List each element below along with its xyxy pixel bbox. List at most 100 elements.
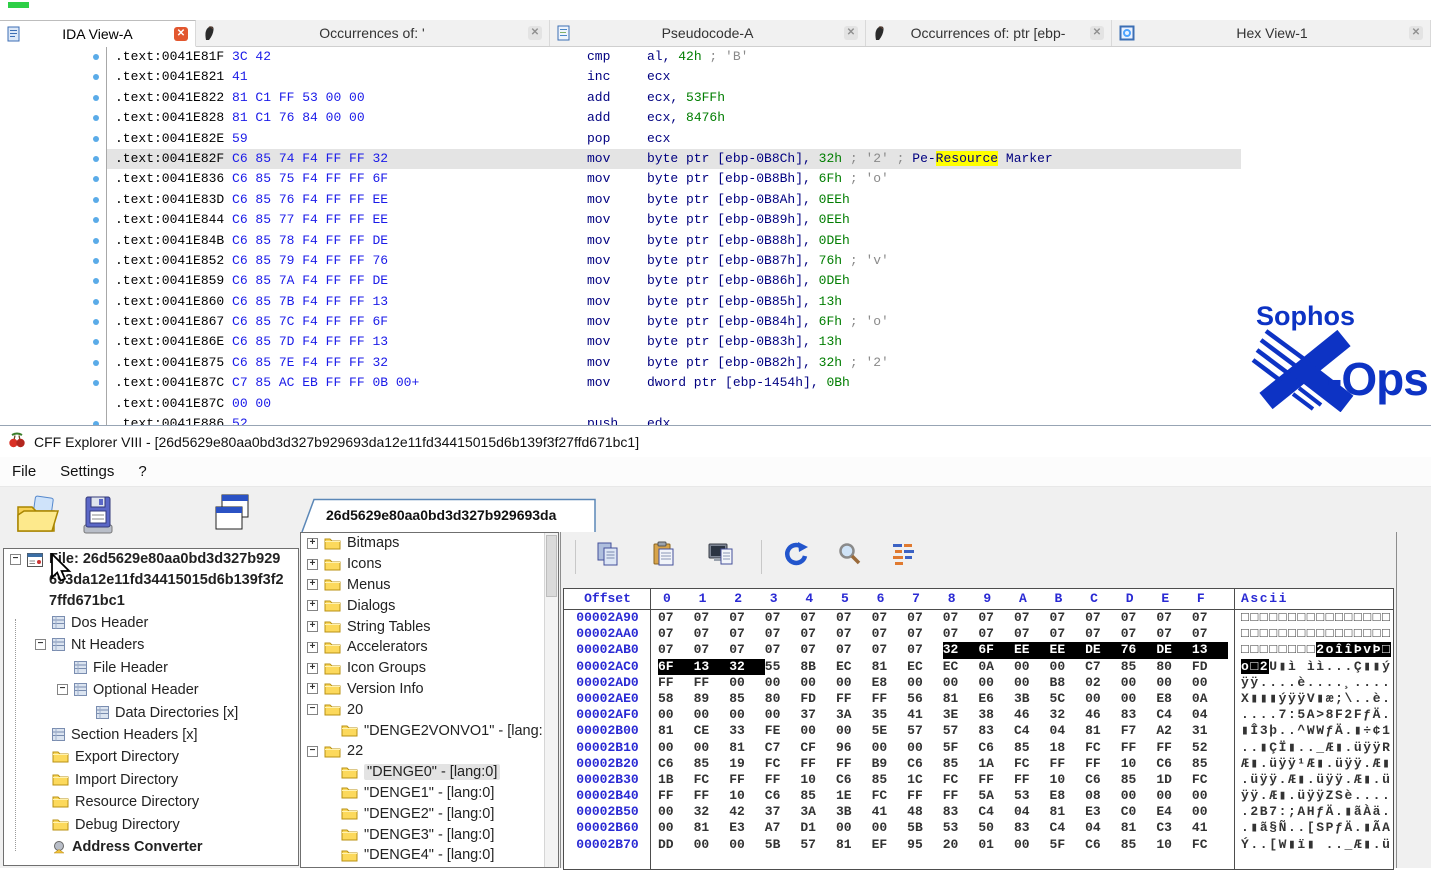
ascii-cell[interactable]: o□2U▮ì ìì...Ç▮▮ý (1235, 659, 1393, 675)
expander-plus-icon[interactable]: + (307, 683, 318, 694)
hex-byte-cell[interactable]: C7 (765, 740, 801, 756)
hex-byte-cell[interactable]: 0A (978, 659, 1014, 675)
hex-byte-cell[interactable]: 83 (978, 723, 1014, 739)
hex-byte-cell[interactable]: EF (872, 837, 908, 853)
hex-byte-cell[interactable]: 07 (978, 610, 1014, 626)
tree-item-section-headers-x-[interactable]: Section Headers [x] (4, 724, 298, 746)
hex-byte-cell[interactable]: 81 (872, 659, 908, 675)
hex-byte-cell[interactable]: 41 (907, 707, 943, 723)
ascii-cell[interactable]: ....7:5A>8F2FƒÄ. (1235, 707, 1393, 723)
hex-byte-cell[interactable]: 42 (729, 804, 765, 820)
disassembly-line[interactable]: .text:0041E86E C6 85 7D F4 FF FF 13movby… (0, 332, 1431, 352)
tab-pseudocode-a[interactable]: Pseudocode-A✕ (550, 20, 866, 46)
hex-byte-cell[interactable]: 00 (658, 707, 694, 723)
disassembly-line[interactable]: .text:0041E87C 00 00 (0, 394, 1431, 414)
hex-byte-cell[interactable]: 56 (907, 691, 943, 707)
hex-byte-cell[interactable]: FF (978, 772, 1014, 788)
hex-byte-cell[interactable]: 5B (907, 820, 943, 836)
hex-byte-cell[interactable]: 00 (800, 723, 836, 739)
hex-byte-cell[interactable]: 1C (907, 772, 943, 788)
hex-byte-cell[interactable]: 81 (729, 740, 765, 756)
hex-byte-cell[interactable]: 04 (1014, 804, 1050, 820)
hex-byte-cell[interactable]: FF (694, 788, 730, 804)
resource-item--denge3-lang-0-[interactable]: "DENGE3" - [lang:0] (301, 824, 558, 845)
hex-byte-cell[interactable]: 00 (800, 675, 836, 691)
hex-byte-cell[interactable]: 32 (1050, 707, 1086, 723)
hex-byte-cell[interactable]: 85 (1121, 659, 1157, 675)
hex-byte-cell[interactable]: DE (1156, 642, 1192, 658)
hex-byte-cell[interactable]: 19 (729, 756, 765, 772)
hex-byte-cell[interactable]: 57 (943, 723, 979, 739)
ascii-cell[interactable]: Ý..[W▮ï▮ .._Æ▮.ü (1235, 837, 1393, 853)
hex-byte-cell[interactable]: 10 (729, 788, 765, 804)
hex-byte-cell[interactable]: 00 (729, 837, 765, 853)
hex-byte-cell[interactable]: 53 (1014, 788, 1050, 804)
hex-byte-cell[interactable]: C4 (1014, 723, 1050, 739)
hex-byte-cell[interactable]: 83 (943, 804, 979, 820)
fields-icon[interactable] (891, 541, 917, 572)
hex-byte-cell[interactable]: 3A (836, 707, 872, 723)
hex-byte-cell[interactable]: 37 (800, 707, 836, 723)
resource-item-accelerators[interactable]: +Accelerators (301, 637, 558, 658)
tree-item-optional-header[interactable]: −Optional Header (4, 679, 298, 701)
hex-byte-cell[interactable]: 85 (1121, 837, 1157, 853)
hex-byte-cell[interactable]: 32 (943, 642, 979, 658)
hex-byte-cell[interactable]: 07 (729, 642, 765, 658)
hex-byte-cell[interactable]: 07 (1014, 610, 1050, 626)
hex-byte-cell[interactable]: FF (765, 772, 801, 788)
disassembly-line[interactable]: .text:0041E836 C6 85 75 F4 FF FF 6Fmovby… (0, 169, 1431, 189)
hex-byte-cell[interactable]: 5F (943, 740, 979, 756)
hex-byte-cell[interactable]: 07 (765, 610, 801, 626)
hex-byte-cell[interactable]: 0A (1192, 691, 1228, 707)
hex-byte-cell[interactable]: 00 (1156, 675, 1192, 691)
hex-byte-cell[interactable]: 85 (872, 772, 908, 788)
expander-plus-icon[interactable]: + (307, 538, 318, 549)
hex-byte-cell[interactable]: EE (1014, 642, 1050, 658)
hex-byte-cell[interactable]: 10 (800, 772, 836, 788)
hex-byte-cell[interactable]: 00 (658, 804, 694, 820)
hex-byte-cell[interactable]: FD (800, 691, 836, 707)
hex-byte-cell[interactable]: 81 (658, 723, 694, 739)
hex-byte-cell[interactable]: DE (1085, 642, 1121, 658)
hex-byte-cell[interactable]: 57 (800, 837, 836, 853)
ascii-cell[interactable]: .▮ã§Ñ..[SPƒÄ.▮ÃA (1235, 820, 1393, 836)
tab-close-icon[interactable]: ✕ (1090, 26, 1104, 40)
hex-byte-cell[interactable]: C3 (1156, 820, 1192, 836)
hex-byte-cell[interactable]: 00 (729, 675, 765, 691)
hex-byte-cell[interactable]: 37 (765, 804, 801, 820)
hex-byte-cell[interactable]: 07 (1121, 626, 1157, 642)
hex-byte-cell[interactable]: FF (658, 788, 694, 804)
hex-byte-cell[interactable]: 07 (800, 610, 836, 626)
ascii-cell[interactable]: □□□□□□□□□□□□□□□□ (1235, 626, 1393, 642)
hex-byte-cell[interactable]: 02 (1085, 675, 1121, 691)
tree-item-export-directory[interactable]: Export Directory (4, 746, 298, 768)
hex-byte-cell[interactable]: C4 (1156, 707, 1192, 723)
disassembly-line[interactable]: .text:0041E821 41incecx (0, 67, 1431, 87)
hex-byte-cell[interactable]: EC (907, 659, 943, 675)
expander-plus-icon[interactable]: + (307, 642, 318, 653)
hex-byte-cell[interactable]: 00 (658, 740, 694, 756)
hex-byte-cell[interactable]: 00 (658, 820, 694, 836)
ascii-cell[interactable]: ..▮ÇÏ▮.._Æ▮.üÿÿR (1235, 740, 1393, 756)
hex-byte-cell[interactable]: FF (943, 788, 979, 804)
hex-byte-cell[interactable]: FF (1156, 740, 1192, 756)
hex-byte-cell[interactable]: 00 (765, 675, 801, 691)
hex-byte-cell[interactable]: 85 (729, 691, 765, 707)
tab-close-icon[interactable]: ✕ (844, 26, 858, 40)
hex-byte-cell[interactable]: 48 (907, 804, 943, 820)
hex-byte-cell[interactable]: 07 (1014, 626, 1050, 642)
hex-byte-cell[interactable]: C6 (765, 788, 801, 804)
search-icon[interactable] (837, 541, 863, 572)
hex-byte-cell[interactable]: 81 (943, 691, 979, 707)
menu-item-file[interactable]: File (0, 463, 48, 480)
ascii-cell[interactable]: □□□□□□□□□□□□□□□□ (1235, 610, 1393, 626)
hex-byte-cell[interactable]: 07 (1192, 610, 1228, 626)
hex-byte-cell[interactable]: 08 (1085, 788, 1121, 804)
hex-byte-cell[interactable]: 3B (836, 804, 872, 820)
hex-byte-cell[interactable]: CF (800, 740, 836, 756)
hex-byte-cell[interactable]: C6 (836, 772, 872, 788)
hex-byte-cell[interactable]: FE (765, 723, 801, 739)
hex-byte-cell[interactable]: 1D (1156, 772, 1192, 788)
hex-byte-cell[interactable]: 5B (765, 837, 801, 853)
hex-byte-cell[interactable]: F7 (1121, 723, 1157, 739)
